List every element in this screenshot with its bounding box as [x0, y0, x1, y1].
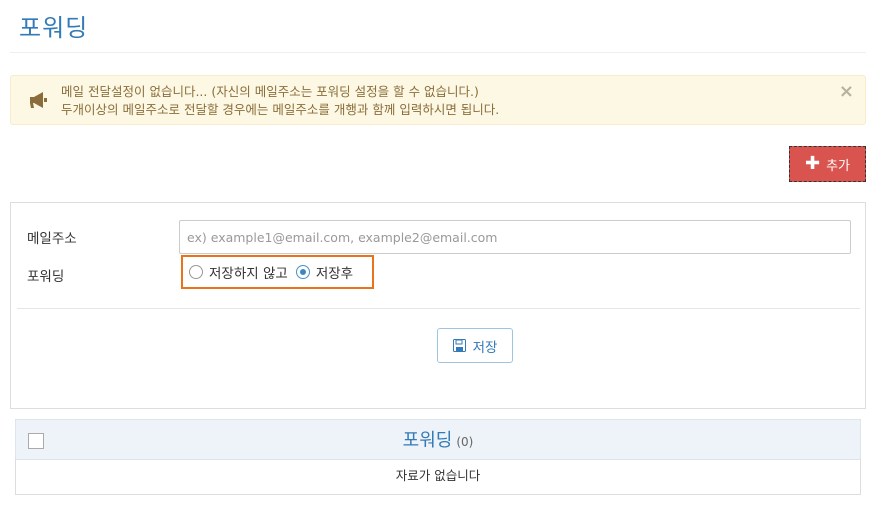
save-button[interactable]: 저장 [437, 328, 513, 363]
empty-message: 자료가 없습니다 [15, 459, 861, 495]
page-title: 포워딩 [19, 14, 89, 42]
alert-message-line2: 두개이상의 메일주소로 전달할 경우에는 메일주소를 개행과 함께 입력하시면 … [61, 102, 500, 117]
email-label: 메일주소 [27, 231, 77, 247]
close-icon[interactable]: × [839, 81, 854, 102]
radio-no-save-label: 저장하지 않고 [209, 266, 288, 282]
floppy-disk-icon [452, 339, 466, 352]
plus-icon: ✚ [804, 153, 821, 174]
list-title-wrap: 포워딩 (0) [16, 426, 860, 452]
form-divider [17, 308, 860, 309]
save-button-label: 저장 [472, 339, 498, 356]
forward-label: 포워딩 [27, 269, 65, 285]
radio-save-indicator[interactable] [295, 265, 310, 279]
megaphone-icon [30, 92, 47, 108]
add-button[interactable]: ✚ 추가 [789, 146, 866, 182]
email-field[interactable] [179, 220, 851, 254]
list-title: 포워딩 [402, 430, 453, 451]
radio-no-save[interactable]: 저장하지 않고 [189, 262, 288, 282]
radio-save[interactable]: 저장후 [295, 262, 354, 282]
forwarding-form: 메일주소 포워딩 저장하지 않고 저장후 저장 [10, 202, 866, 409]
radio-save-label: 저장후 [315, 266, 354, 282]
add-button-label: 추가 [826, 158, 850, 174]
title-divider [10, 52, 866, 53]
radio-no-save-indicator[interactable] [189, 265, 203, 279]
list-header: 포워딩 (0) [15, 419, 861, 460]
alert-message-line1: 메일 전달설정이 없습니다... (자신의 메일주소는 포워딩 설정을 할 수 … [61, 84, 479, 99]
forward-option-group: 저장하지 않고 저장후 [181, 255, 374, 289]
list-count: (0) [456, 435, 474, 449]
info-alert: 메일 전달설정이 없습니다... (자신의 메일주소는 포워딩 설정을 할 수 … [10, 75, 866, 125]
